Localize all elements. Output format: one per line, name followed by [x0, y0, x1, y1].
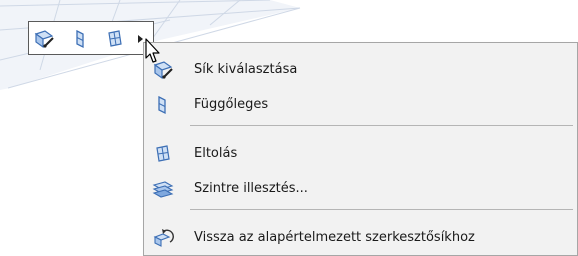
fit-to-level-icon — [152, 178, 174, 200]
vertical-plane-icon — [152, 94, 174, 116]
menu-item-label: Sík kiválasztása — [194, 61, 298, 77]
vertical-plane-icon — [76, 29, 84, 49]
context-menu: Sík kiválasztása Függőleges Eltolás Szin… — [143, 42, 578, 256]
reset-plane-icon — [152, 227, 174, 249]
plane-toolbar — [28, 21, 154, 55]
menu-separator — [190, 125, 573, 126]
menu-item-fit-to-level[interactable]: Szintre illesztés... — [144, 173, 577, 203]
menu-item-select-plane[interactable]: Sík kiválasztása — [144, 54, 577, 84]
mouse-cursor-icon — [145, 38, 160, 63]
select-plane-button[interactable] — [32, 27, 56, 51]
menu-item-label: Szintre illesztés... — [194, 180, 308, 196]
menu-item-label: Függőleges — [194, 96, 269, 112]
vertical-plane-button[interactable] — [69, 27, 93, 51]
offset-plane-icon — [152, 143, 174, 165]
menu-item-label: Eltolás — [194, 145, 238, 161]
offset-plane-icon — [108, 30, 122, 47]
select-plane-icon — [34, 30, 54, 49]
menu-item-label: Vissza az alapértelmezett szerkesztősíkh… — [194, 229, 475, 245]
menu-item-offset[interactable]: Eltolás — [144, 138, 577, 168]
menu-item-vertical[interactable]: Függőleges — [144, 89, 577, 119]
menu-separator — [190, 209, 573, 210]
offset-plane-button[interactable] — [103, 27, 127, 51]
menu-item-reset-plane[interactable]: Vissza az alapértelmezett szerkesztősíkh… — [144, 222, 577, 252]
editor-canvas: Sík kiválasztása Függőleges Eltolás Szin… — [0, 0, 578, 256]
